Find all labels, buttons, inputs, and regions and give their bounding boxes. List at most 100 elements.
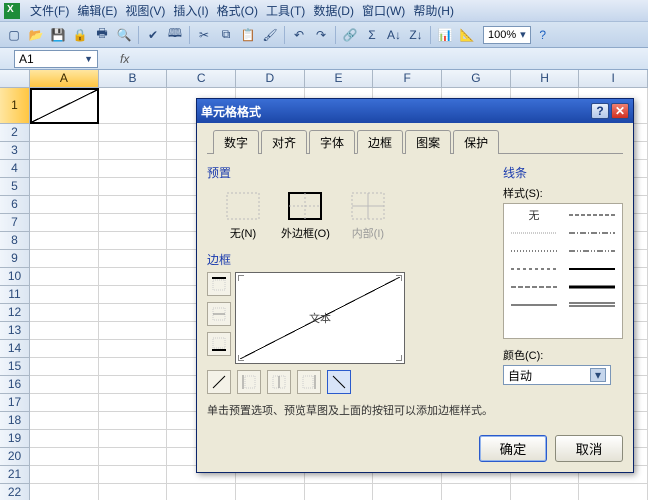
- cell[interactable]: [373, 484, 442, 500]
- cell[interactable]: [30, 358, 99, 376]
- cell[interactable]: [99, 430, 168, 448]
- menu-data[interactable]: 数据(D): [309, 0, 358, 21]
- cell[interactable]: [167, 484, 236, 500]
- cell[interactable]: [99, 340, 168, 358]
- open-icon[interactable]: 📂: [26, 25, 46, 45]
- border-top-button[interactable]: [207, 272, 231, 296]
- cell[interactable]: [99, 286, 168, 304]
- cell[interactable]: [30, 124, 99, 142]
- tab-alignment[interactable]: 对齐: [261, 130, 307, 154]
- row-header[interactable]: 8: [0, 232, 30, 250]
- cell[interactable]: [30, 484, 99, 500]
- cell[interactable]: [30, 268, 99, 286]
- row-header[interactable]: 18: [0, 412, 30, 430]
- cell[interactable]: [99, 250, 168, 268]
- chart-icon[interactable]: 📊: [435, 25, 455, 45]
- row-header[interactable]: 16: [0, 376, 30, 394]
- row-header-1[interactable]: 1: [0, 88, 30, 124]
- dialog-titlebar[interactable]: 单元格格式 ? ✕: [197, 99, 633, 123]
- undo-icon[interactable]: ↶: [289, 25, 309, 45]
- cell[interactable]: [99, 178, 168, 196]
- line-style-option[interactable]: [566, 244, 618, 258]
- cell[interactable]: [99, 304, 168, 322]
- line-style-option[interactable]: [508, 262, 560, 276]
- cell[interactable]: [30, 394, 99, 412]
- row-header[interactable]: 13: [0, 322, 30, 340]
- line-style-option[interactable]: [508, 244, 560, 258]
- col-header-d[interactable]: D: [236, 70, 305, 88]
- spell-icon[interactable]: ✔: [143, 25, 163, 45]
- cell[interactable]: [30, 232, 99, 250]
- row-header[interactable]: 17: [0, 394, 30, 412]
- tab-patterns[interactable]: 图案: [405, 130, 451, 154]
- border-middle-v-button[interactable]: [267, 370, 291, 394]
- permission-icon[interactable]: 🔒: [70, 25, 90, 45]
- line-style-option[interactable]: [508, 298, 560, 312]
- cell[interactable]: [30, 466, 99, 484]
- preset-outline-icon[interactable]: [285, 189, 325, 223]
- line-style-option[interactable]: [508, 280, 560, 294]
- cut-icon[interactable]: ✂: [194, 25, 214, 45]
- menu-tools[interactable]: 工具(T): [262, 0, 309, 21]
- cell[interactable]: [579, 484, 648, 500]
- col-header-e[interactable]: E: [305, 70, 374, 88]
- drawing-icon[interactable]: 📐: [457, 25, 477, 45]
- close-button[interactable]: ✕: [611, 103, 629, 119]
- row-header[interactable]: 22: [0, 484, 30, 500]
- cell[interactable]: [99, 214, 168, 232]
- col-header-f[interactable]: F: [373, 70, 442, 88]
- tab-border[interactable]: 边框: [357, 130, 403, 154]
- menu-window[interactable]: 窗口(W): [358, 0, 409, 21]
- row-header[interactable]: 6: [0, 196, 30, 214]
- menu-help[interactable]: 帮助(H): [409, 0, 458, 21]
- preview-icon[interactable]: 🔍: [114, 25, 134, 45]
- cell[interactable]: [30, 214, 99, 232]
- cell[interactable]: [99, 412, 168, 430]
- save-icon[interactable]: 💾: [48, 25, 68, 45]
- color-picker[interactable]: 自动 ▾: [503, 365, 611, 385]
- help-button[interactable]: ?: [591, 103, 609, 119]
- border-middle-h-button[interactable]: [207, 302, 231, 326]
- col-header-b[interactable]: B: [99, 70, 168, 88]
- cell-a1[interactable]: [30, 88, 99, 124]
- row-header[interactable]: 11: [0, 286, 30, 304]
- col-header-g[interactable]: G: [442, 70, 511, 88]
- cell[interactable]: [99, 466, 168, 484]
- menu-view[interactable]: 视图(V): [121, 0, 169, 21]
- tab-protection[interactable]: 保护: [453, 130, 499, 154]
- row-header[interactable]: 2: [0, 124, 30, 142]
- cell[interactable]: [30, 142, 99, 160]
- border-diag-down-button[interactable]: [327, 370, 351, 394]
- cell[interactable]: [99, 88, 168, 124]
- col-header-h[interactable]: H: [511, 70, 580, 88]
- col-header-i[interactable]: I: [579, 70, 648, 88]
- row-header[interactable]: 12: [0, 304, 30, 322]
- cell[interactable]: [30, 448, 99, 466]
- row-header[interactable]: 7: [0, 214, 30, 232]
- line-style-option[interactable]: [566, 298, 618, 312]
- line-style-none[interactable]: 无: [529, 207, 540, 223]
- cell[interactable]: [30, 376, 99, 394]
- cell[interactable]: [99, 322, 168, 340]
- row-header[interactable]: 19: [0, 430, 30, 448]
- cell[interactable]: [236, 484, 305, 500]
- autosum-icon[interactable]: Σ: [362, 25, 382, 45]
- cell[interactable]: [99, 268, 168, 286]
- cell[interactable]: [30, 178, 99, 196]
- cell[interactable]: [305, 484, 374, 500]
- cell[interactable]: [99, 358, 168, 376]
- cell[interactable]: [99, 142, 168, 160]
- new-icon[interactable]: ▢: [4, 25, 24, 45]
- border-bottom-button[interactable]: [207, 332, 231, 356]
- cell[interactable]: [99, 196, 168, 214]
- hyperlink-icon[interactable]: 🔗: [340, 25, 360, 45]
- row-header[interactable]: 4: [0, 160, 30, 178]
- cell[interactable]: [99, 484, 168, 500]
- col-header-a[interactable]: A: [30, 70, 99, 88]
- row-header[interactable]: 14: [0, 340, 30, 358]
- cell[interactable]: [30, 340, 99, 358]
- research-icon[interactable]: 🕮: [165, 25, 185, 45]
- cell[interactable]: [30, 286, 99, 304]
- preset-none-icon[interactable]: [223, 189, 263, 223]
- cell[interactable]: [30, 250, 99, 268]
